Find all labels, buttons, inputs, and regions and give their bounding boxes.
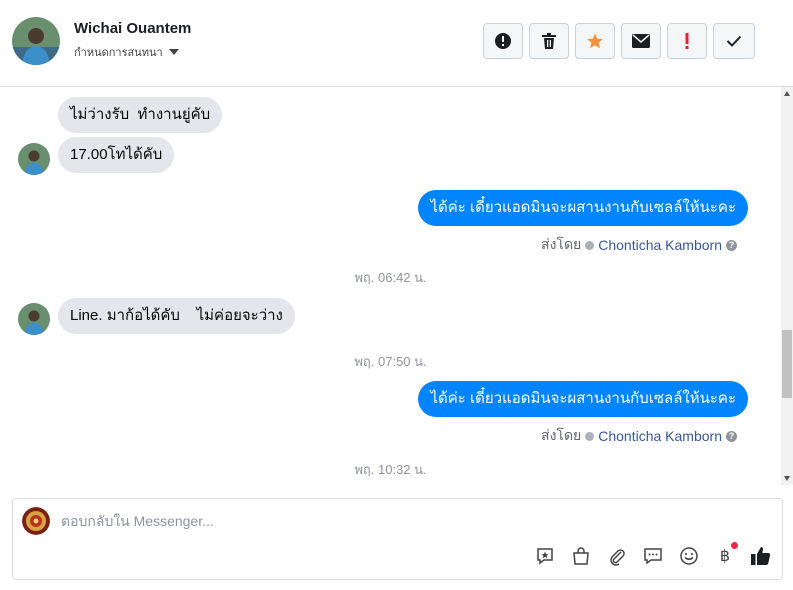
sent-by-label: ส่งโดย xyxy=(541,236,582,252)
message-thread: ไม่ว่างรับ ทำงานยู่คับ 17.00โทได้คับ ได้… xyxy=(0,87,781,485)
star-button[interactable] xyxy=(575,23,615,59)
message-timestamp: พฤ. 06:42 น. xyxy=(354,270,427,285)
contact-avatar[interactable] xyxy=(12,17,60,65)
baht-icon[interactable]: ฿ xyxy=(714,542,738,567)
report-spam-button[interactable] xyxy=(483,23,523,59)
conversation-schedule-label: กำหนดการสนทนา xyxy=(74,47,163,59)
emoji-icon[interactable] xyxy=(678,545,700,567)
reply-composer: ฿ xyxy=(12,498,783,580)
envelope-icon xyxy=(632,34,650,48)
contact-avatar-small[interactable] xyxy=(18,143,50,175)
trash-icon xyxy=(542,33,556,49)
saved-reply-icon[interactable] xyxy=(534,545,556,567)
follow-up-button[interactable] xyxy=(667,23,707,59)
composer-toolbar: ฿ xyxy=(534,542,772,567)
help-icon[interactable]: ? xyxy=(726,239,737,251)
contact-avatar-small[interactable] xyxy=(18,303,50,335)
sent-check-icon xyxy=(585,240,595,250)
sender-name[interactable]: Chonticha Kamborn xyxy=(598,428,722,444)
sent-by-info: ส่งโดย Chonticha Kamborn ? xyxy=(541,425,737,447)
help-icon[interactable]: ? xyxy=(726,430,737,442)
page-avatar xyxy=(22,507,50,535)
notification-dot xyxy=(731,542,738,549)
caret-down-icon xyxy=(168,49,179,55)
chat-bubble-icon[interactable] xyxy=(642,545,664,567)
header-actions xyxy=(483,23,755,59)
incoming-message[interactable]: 17.00โทได้คับ xyxy=(58,137,175,173)
contact-name[interactable]: Wichai Ouantem xyxy=(74,20,191,37)
sent-by-label: ส่งโดย xyxy=(541,427,582,443)
scroll-down-arrow-icon[interactable] xyxy=(784,476,790,481)
exclamation-icon xyxy=(685,33,689,49)
incoming-message[interactable]: ไม่ว่างรับ ทำงานยู่คับ xyxy=(58,97,223,133)
sent-by-info: ส่งโดย Chonticha Kamborn ? xyxy=(541,234,737,256)
reply-input[interactable] xyxy=(61,513,661,529)
checkmark-icon xyxy=(726,35,742,47)
thumbs-up-icon[interactable] xyxy=(750,545,772,567)
scrollbar-thumb[interactable] xyxy=(782,330,792,398)
baht-symbol: ฿ xyxy=(719,548,731,565)
sent-check-icon xyxy=(585,431,595,441)
mark-unread-button[interactable] xyxy=(621,23,661,59)
message-timestamp: พฤ. 10:32 น. xyxy=(354,462,427,477)
delete-button[interactable] xyxy=(529,23,569,59)
outgoing-message[interactable]: ได้ค่ะ เดี๋ยวแอดมินจะผสานงานกับเซลล์ให้น… xyxy=(418,381,748,417)
message-timestamp: พฤ. 07:50 น. xyxy=(354,354,427,369)
star-icon xyxy=(587,33,603,49)
mark-done-button[interactable] xyxy=(713,23,755,59)
scroll-up-arrow-icon[interactable] xyxy=(784,91,790,96)
exclamation-circle-icon xyxy=(495,33,511,49)
chat-scrollbar[interactable] xyxy=(781,87,793,485)
shop-bag-icon[interactable] xyxy=(570,545,592,567)
sender-name[interactable]: Chonticha Kamborn xyxy=(598,237,722,253)
conversation-schedule-dropdown[interactable]: กำหนดการสนทนา xyxy=(74,43,179,61)
paperclip-icon[interactable] xyxy=(606,545,628,567)
conversation-header: Wichai Ouantem กำหนดการสนทนา xyxy=(0,0,793,87)
outgoing-message[interactable]: ได้ค่ะ เดี๋ยวแอดมินจะผสานงานกับเซลล์ให้น… xyxy=(418,190,748,226)
incoming-message[interactable]: Line. มาก้อได้คับ ไม่ค่อยจะว่าง xyxy=(58,298,295,334)
